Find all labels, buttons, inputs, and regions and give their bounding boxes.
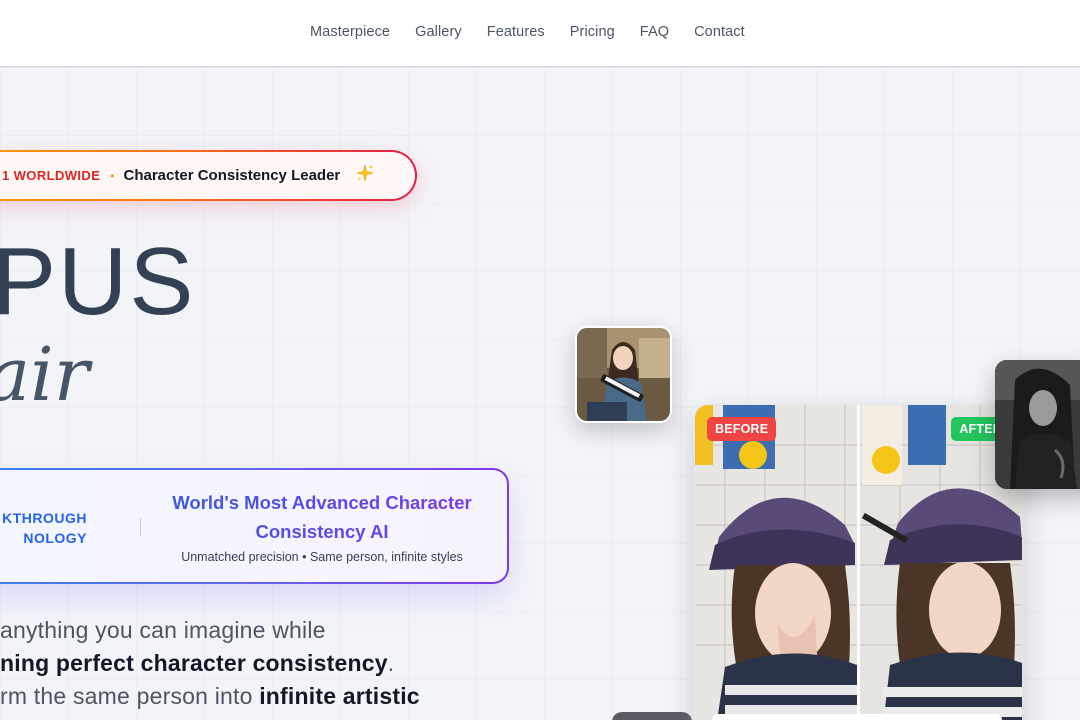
description-line-2: ning perfect character consistency. xyxy=(0,650,394,677)
hero-title-italic: air xyxy=(0,332,90,418)
anime-style-thumbnail[interactable] xyxy=(575,326,672,423)
description-highlight-1: ning perfect character consistency xyxy=(0,650,388,676)
technology-card: KTHROUGH NOLOGY World's Most Advanced Ch… xyxy=(0,468,509,584)
technology-card-inner: KTHROUGH NOLOGY World's Most Advanced Ch… xyxy=(0,470,507,582)
tech-subtext: Unmatched precision • Same person, infin… xyxy=(181,550,463,564)
description-line-3: rm the same person into infinite artisti… xyxy=(0,683,420,710)
tech-headline: World's Most Advanced Character Consiste… xyxy=(157,488,487,546)
nav-link-faq[interactable]: FAQ xyxy=(640,24,669,40)
badge-separator: • xyxy=(110,168,115,183)
nav-link-features[interactable]: Features xyxy=(487,24,545,40)
leader-badge: 1 WORLDWIDE • Character Consistency Lead… xyxy=(0,150,417,201)
description-line-3-start: rm the same person into xyxy=(0,683,260,709)
monochrome-portrait-image[interactable] xyxy=(995,360,1080,489)
nav-link-contact[interactable]: Contact xyxy=(694,24,745,40)
nav-link-gallery[interactable]: Gallery xyxy=(415,24,462,40)
hero-title-main: PUS xyxy=(0,228,196,335)
tech-label-line1: KTHROUGH xyxy=(2,510,87,526)
sparkle-icon xyxy=(356,164,374,187)
before-label: BEFORE xyxy=(707,417,777,441)
tech-label: KTHROUGH NOLOGY xyxy=(0,508,87,548)
top-navbar: Masterpiece Gallery Features Pricing FAQ… xyxy=(0,0,1080,67)
before-image: BEFORE xyxy=(695,405,857,720)
badge-rank: 1 WORLDWIDE xyxy=(2,168,101,183)
nav-links: Masterpiece Gallery Features Pricing FAQ… xyxy=(310,24,745,40)
nav-link-pricing[interactable]: Pricing xyxy=(570,24,615,40)
nav-link-masterpiece[interactable]: Masterpiece xyxy=(310,24,390,40)
leader-badge-inner: 1 WORLDWIDE • Character Consistency Lead… xyxy=(0,152,415,199)
partial-image-card xyxy=(612,712,692,720)
partial-white-card xyxy=(712,714,1002,720)
tech-label-line2: NOLOGY xyxy=(23,530,87,546)
description-line-1: anything you can imagine while xyxy=(0,617,326,643)
description-line-2-end: . xyxy=(387,650,395,676)
badge-text: Character Consistency Leader xyxy=(123,167,341,184)
description-highlight-2: infinite artistic xyxy=(259,683,420,709)
tech-divider xyxy=(140,518,141,536)
before-after-comparison[interactable]: BEFORE AFTER xyxy=(694,404,1023,720)
